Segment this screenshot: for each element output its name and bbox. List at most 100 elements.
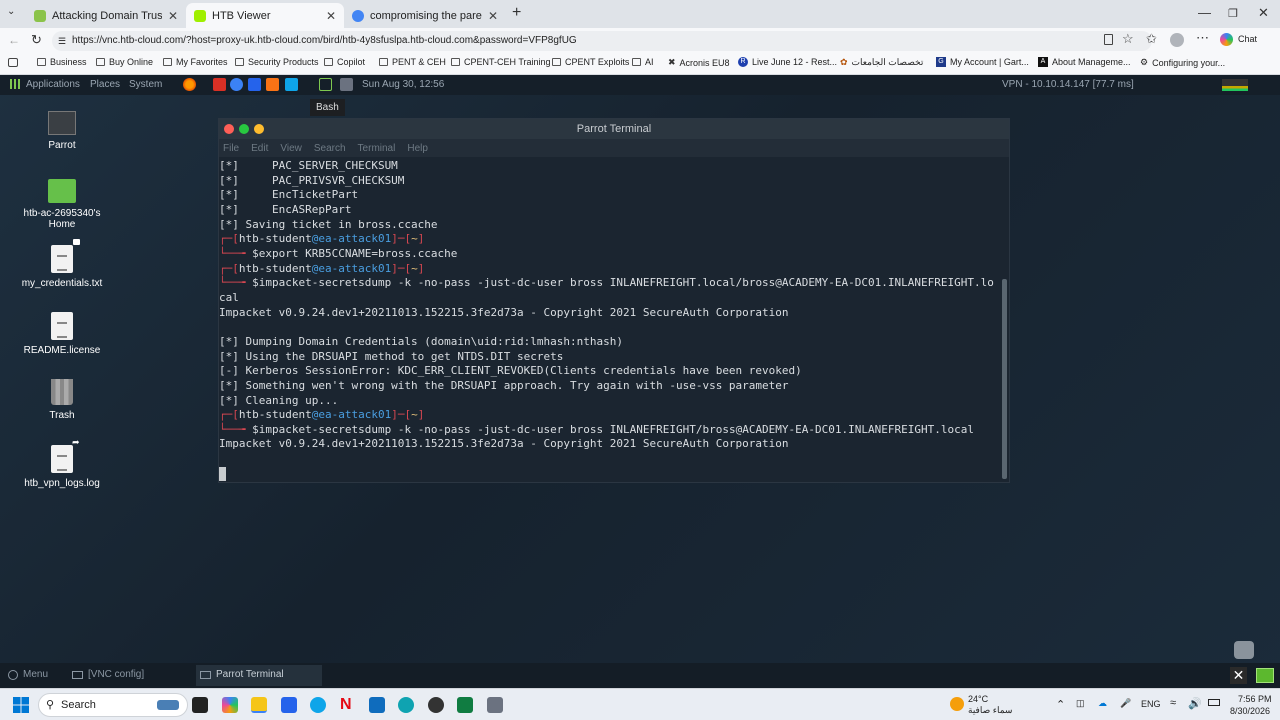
menu-search[interactable]: Search bbox=[314, 143, 346, 154]
outlook-icon[interactable] bbox=[369, 697, 385, 713]
url-input[interactable]: ☰ https://vnc.htb-cloud.com/?host=proxy-… bbox=[52, 31, 1152, 51]
files-icon[interactable] bbox=[285, 78, 298, 91]
menu-file[interactable]: File bbox=[223, 143, 239, 154]
refresh-icon[interactable]: ↻ bbox=[31, 32, 42, 48]
store-icon[interactable] bbox=[281, 697, 297, 713]
burp-icon[interactable] bbox=[266, 78, 279, 91]
tab-htb-viewer[interactable]: HTB Viewer ✕ bbox=[186, 3, 344, 28]
bookmark-configuring[interactable]: ⚙ Configuring your... bbox=[1140, 57, 1225, 68]
bookmark-acronis[interactable]: ✖ Acronis EU8 bbox=[668, 57, 730, 68]
apps-grid-icon[interactable] bbox=[10, 79, 20, 89]
favorite-star-icon[interactable]: ☆ bbox=[1122, 31, 1134, 47]
netflix-icon[interactable]: N bbox=[340, 697, 356, 713]
bookmark-my-favorites[interactable]: My Favorites bbox=[163, 57, 228, 67]
back-icon[interactable]: ← bbox=[8, 33, 20, 47]
new-tab-button[interactable]: + bbox=[512, 4, 521, 22]
bookmark-gartner[interactable]: G My Account | Gart... bbox=[936, 57, 1029, 67]
edge-dev-icon[interactable] bbox=[310, 697, 326, 713]
close-tab-icon[interactable]: ✕ bbox=[488, 9, 498, 23]
reading-view-icon[interactable] bbox=[1104, 34, 1113, 45]
onedrive-icon[interactable]: ☁ bbox=[1098, 698, 1107, 709]
notepad-icon[interactable] bbox=[487, 697, 503, 713]
collections-bookmark-icon[interactable] bbox=[8, 58, 18, 67]
desktop-icon-vpn-logs[interactable]: ➦ htb_vpn_logs.log bbox=[12, 437, 112, 489]
firefox-icon[interactable] bbox=[183, 78, 196, 91]
workspace-icon[interactable] bbox=[1256, 668, 1274, 683]
browser-icon[interactable] bbox=[230, 78, 243, 91]
copilot-icon[interactable] bbox=[1220, 33, 1233, 46]
windows-start-icon[interactable] bbox=[13, 697, 29, 713]
weather-sun-icon[interactable] bbox=[950, 697, 964, 711]
site-info-icon[interactable]: ☰ bbox=[58, 31, 66, 51]
maximize-dot-icon[interactable] bbox=[239, 124, 249, 134]
show-hidden-icon[interactable]: ⌃ bbox=[1056, 698, 1065, 711]
app-icon[interactable] bbox=[428, 697, 444, 713]
bookmark-copilot[interactable]: Copilot bbox=[324, 57, 365, 67]
bookmark-arabic[interactable]: ✿ تخصصات الجامعات bbox=[840, 57, 923, 68]
menu-help[interactable]: Help bbox=[407, 143, 428, 154]
task-view-icon[interactable] bbox=[192, 697, 208, 713]
battery-icon[interactable] bbox=[1208, 699, 1220, 706]
profile-avatar[interactable] bbox=[1170, 33, 1184, 47]
bookmark-security-products[interactable]: Security Products bbox=[235, 57, 319, 67]
tab-list-chevron-icon[interactable]: ⌄ bbox=[7, 6, 15, 17]
menu-edit[interactable]: Edit bbox=[251, 143, 268, 154]
bookmark-cpent-exploits[interactable]: CPENT Exploits bbox=[552, 57, 629, 67]
screenshot-tool-icon[interactable] bbox=[1234, 641, 1254, 659]
bookmark-ai[interactable]: AI bbox=[632, 57, 654, 67]
bookmark-business[interactable]: Business bbox=[37, 57, 87, 67]
maximize-icon[interactable]: ❐ bbox=[1228, 7, 1238, 20]
bookmark-buy-online[interactable]: Buy Online bbox=[96, 57, 153, 67]
close-vnc-icon[interactable]: ✕ bbox=[1230, 667, 1247, 684]
parrot-terminal-task[interactable]: Parrot Terminal bbox=[196, 665, 322, 686]
menu-applications[interactable]: Applications bbox=[26, 79, 80, 90]
bash-terminal-icon[interactable] bbox=[319, 78, 332, 91]
taskbar-date[interactable]: 8/30/2026 bbox=[1230, 706, 1270, 716]
wifi-icon[interactable]: ≈ bbox=[1170, 697, 1176, 709]
file-explorer-icon[interactable] bbox=[251, 697, 267, 713]
app-launcher-icon[interactable] bbox=[213, 78, 226, 91]
close-dot-icon[interactable] bbox=[224, 124, 234, 134]
notes-icon[interactable] bbox=[340, 78, 353, 91]
bookmark-pent-ceh[interactable]: PENT & CEH bbox=[379, 57, 446, 67]
menu-places[interactable]: Places bbox=[90, 79, 120, 90]
bookmark-live-june[interactable]: R Live June 12 - Rest... bbox=[738, 57, 837, 67]
taskbar-time[interactable]: 7:56 PM bbox=[1238, 694, 1272, 704]
windows-search-input[interactable]: ⚲ Search bbox=[38, 693, 188, 717]
tab-attacking-domain-trusts[interactable]: Attacking Domain Trusts - Child - ✕ bbox=[26, 3, 186, 28]
terminal-titlebar[interactable]: Parrot Terminal bbox=[219, 119, 1009, 139]
volume-icon[interactable]: 🔊 bbox=[1188, 697, 1202, 710]
desktop-icon-parrot[interactable]: Parrot bbox=[12, 111, 112, 151]
parrot-menu-button[interactable]: Menu bbox=[8, 669, 48, 680]
close-tab-icon[interactable]: ✕ bbox=[168, 9, 178, 23]
terminal-output[interactable]: [*] PAC_SERVER_CHECKSUM [*] PAC_PRIVSVR_C… bbox=[219, 157, 1009, 481]
desktop-icon-readme[interactable]: README.license bbox=[12, 312, 112, 356]
terminal-scrollbar[interactable] bbox=[1002, 279, 1007, 479]
bookmark-cpent-ceh-training[interactable]: CPENT-CEH Training bbox=[451, 57, 551, 67]
chat-button[interactable]: Chat bbox=[1238, 34, 1257, 44]
edge-icon[interactable] bbox=[398, 697, 414, 713]
close-window-icon[interactable]: ✕ bbox=[1258, 5, 1269, 21]
favorites-icon[interactable]: ✩ bbox=[1146, 31, 1157, 47]
language-indicator[interactable]: ENG bbox=[1141, 699, 1161, 709]
minimize-dot-icon[interactable] bbox=[254, 124, 264, 134]
vnc-config-task[interactable]: [VNC config] bbox=[72, 669, 144, 680]
bookmark-about-management[interactable]: A About Manageme... bbox=[1038, 57, 1131, 67]
terminal-window[interactable]: Parrot Terminal File Edit View Search Te… bbox=[218, 118, 1010, 483]
excel-icon[interactable] bbox=[457, 697, 473, 713]
tab-compromising-parent-domain[interactable]: compromising the parent domain ✕ bbox=[344, 3, 506, 28]
menu-system[interactable]: System bbox=[129, 79, 162, 90]
menu-terminal[interactable]: Terminal bbox=[358, 143, 396, 154]
tray-app-icon[interactable]: ◫ bbox=[1076, 698, 1085, 709]
vscode-icon[interactable] bbox=[248, 78, 261, 91]
desktop-icon-credentials[interactable]: my_credentials.txt bbox=[12, 239, 112, 289]
close-tab-icon[interactable]: ✕ bbox=[326, 9, 336, 23]
vnc-remote-desktop[interactable]: Applications Places System Sun Aug 30, 1… bbox=[0, 75, 1280, 688]
copilot-taskbar-icon[interactable] bbox=[222, 697, 238, 713]
more-menu-icon[interactable]: ⋯ bbox=[1196, 30, 1209, 46]
minimize-icon[interactable]: — bbox=[1198, 5, 1211, 20]
desktop-icon-trash[interactable]: Trash bbox=[12, 379, 112, 421]
menu-view[interactable]: View bbox=[280, 143, 302, 154]
microphone-icon[interactable]: 🎤 bbox=[1120, 698, 1131, 709]
desktop-icon-home[interactable]: htb-ac-2695340's Home bbox=[12, 179, 112, 230]
